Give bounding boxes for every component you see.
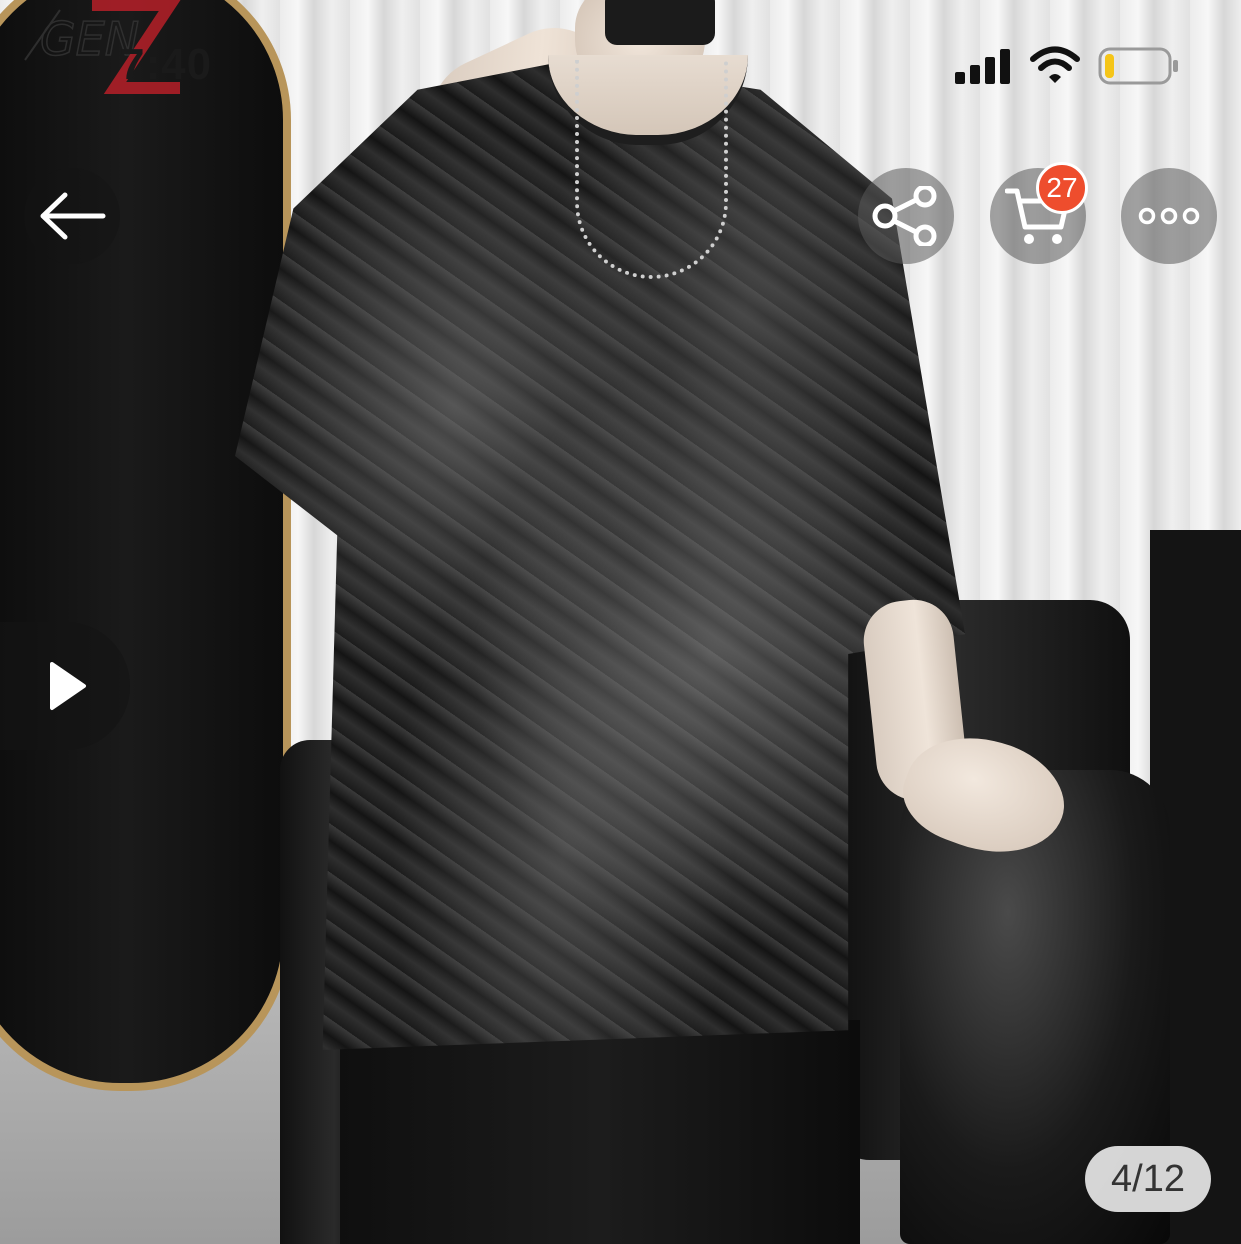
arrow-left-icon [40, 192, 106, 240]
play-video-button[interactable] [0, 622, 130, 750]
wifi-icon [1030, 46, 1080, 83]
more-dots-icon [1138, 207, 1200, 225]
status-time: 7:40 [120, 40, 213, 89]
share-button[interactable] [858, 168, 954, 264]
play-icon [50, 662, 86, 710]
share-icon [872, 186, 937, 246]
battery-icon [1098, 47, 1178, 85]
status-bar: GEN 7:40 [0, 0, 1241, 130]
image-page-counter: 4/12 [1085, 1146, 1211, 1212]
black-pants [340, 1020, 860, 1244]
skateboard-deck [0, 0, 291, 1091]
cart-count-badge: 27 [1036, 162, 1088, 214]
product-image-viewer: GEN 7:40 27 4/12 [0, 0, 1241, 1244]
cellular-signal-icon [955, 48, 1015, 84]
back-button[interactable] [24, 168, 120, 264]
more-options-button[interactable] [1121, 168, 1217, 264]
